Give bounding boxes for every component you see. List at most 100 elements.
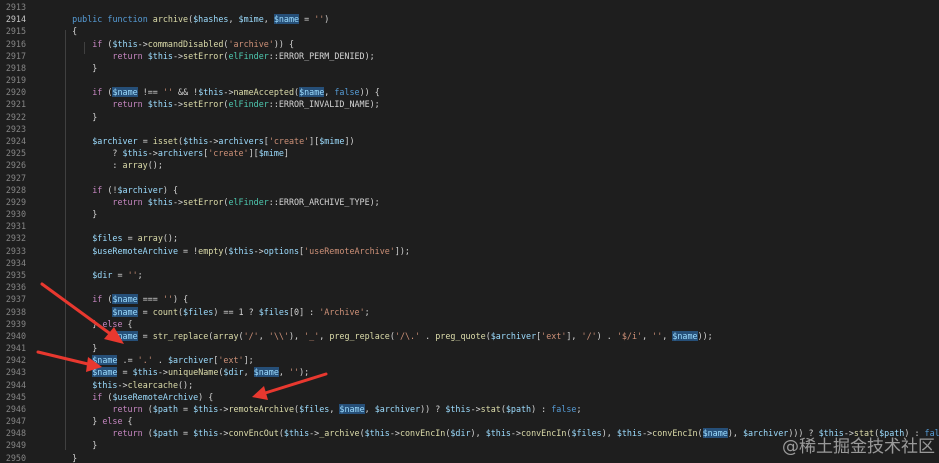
code-line[interactable]: $name .= '.' . $archiver['ext'];	[62, 354, 254, 366]
code-line[interactable]: {	[62, 25, 77, 37]
code-line[interactable]: : array();	[62, 159, 162, 171]
code-token: ===	[137, 294, 163, 305]
code-token: $useRemoteArchive	[92, 245, 178, 256]
code-line[interactable]: if ($useRemoteArchive) {	[62, 391, 213, 403]
code-token: =	[178, 403, 194, 414]
code-token: 'Archive'	[319, 306, 365, 317]
highlighted-token: $name	[299, 87, 325, 98]
code-token: array	[213, 330, 239, 341]
code-token: {	[122, 318, 133, 329]
code-line[interactable]: $archiver = isset($this->archivers['crea…	[62, 135, 354, 147]
code-editor[interactable]: 2913 2914 2915 2916 2917 2918 2919 2920 2921 2922…	[0, 0, 939, 463]
code-line[interactable]: $this->clearcache();	[62, 379, 193, 391]
code-line[interactable]: } else {	[62, 318, 133, 330]
code-token: $this	[485, 428, 511, 439]
code-token: return	[112, 50, 143, 61]
line-number: 2934	[5, 257, 26, 268]
code-line[interactable]: public function archive($hashes, $mime, …	[62, 13, 329, 25]
code-token: archivers	[157, 148, 204, 159]
code-token: =	[122, 233, 138, 244]
code-line[interactable]: } else {	[62, 415, 132, 427]
line-number: 2939	[5, 318, 26, 329]
code-token: preg_replace	[329, 330, 390, 341]
line-number: 2941	[5, 343, 26, 354]
code-area[interactable]: public function archive($hashes, $mime, …	[44, 0, 939, 463]
code-token: ->	[172, 50, 184, 61]
code-token: '/'	[581, 330, 597, 341]
code-token: $files	[183, 306, 214, 317]
code-token: return	[112, 99, 143, 110]
code-token: ->	[172, 99, 184, 110]
code-token: =	[117, 367, 133, 378]
highlighted-token: $name	[112, 294, 138, 305]
code-line[interactable]: ? $this->archivers['create'][$mime]	[62, 147, 289, 159]
code-token: ,	[324, 87, 335, 98]
code-line[interactable]: }	[62, 342, 97, 354]
code-line[interactable]: return ($path = $this->remoteArchive($fi…	[62, 403, 582, 415]
code-token: '_'	[304, 330, 320, 341]
code-token: $this	[183, 135, 209, 146]
code-token: $archiver	[374, 403, 421, 414]
code-line[interactable]: $useRemoteArchive = !empty($this->option…	[62, 245, 410, 257]
line-number: 2942	[5, 355, 26, 366]
code-token: }	[62, 209, 98, 220]
line-number: 2943	[5, 367, 26, 378]
code-token: $mime	[238, 14, 264, 25]
code-line[interactable]: return $this->setError(elFinder::ERROR_A…	[62, 196, 379, 208]
line-number: 2948	[5, 428, 26, 439]
code-line[interactable]: if ($name === '') {	[62, 293, 188, 305]
line-number: 2918	[5, 62, 26, 73]
code-token: = !	[177, 245, 199, 256]
code-token: .	[420, 330, 436, 341]
code-token: $this	[283, 428, 310, 439]
code-line[interactable]: $dir = '';	[62, 269, 142, 281]
code-line[interactable]: }	[62, 62, 97, 74]
code-line[interactable]: }	[62, 208, 97, 220]
code-token: ();	[162, 233, 179, 244]
code-line[interactable]: return $this->setError(elFinder::ERROR_P…	[62, 50, 375, 62]
code-token: isset	[152, 135, 179, 146]
code-line[interactable]: $name = $this->uniqueName($dir, $name, '…	[62, 366, 309, 378]
code-token: '/'	[243, 330, 259, 341]
code-token: =	[112, 269, 128, 280]
code-token: ,	[243, 367, 254, 378]
line-number: 2928	[5, 184, 26, 195]
code-token: ,	[228, 14, 239, 25]
code-token: ,	[662, 330, 673, 341]
line-number: 2920	[5, 87, 26, 98]
code-token: );	[364, 50, 375, 61]
code-token: ] :	[299, 306, 320, 317]
code-token: (	[102, 38, 113, 49]
code-line[interactable]: }	[62, 439, 97, 451]
code-token: $path	[505, 403, 532, 414]
code-token: $this	[147, 196, 173, 207]
code-line[interactable]: $name = count($files) == 1 ? $files[0] :…	[62, 306, 370, 318]
code-line[interactable]: }	[62, 111, 97, 123]
code-line[interactable]: if ($name !== '' && !$this->nameAccepted…	[62, 86, 380, 98]
code-token: else	[102, 416, 123, 427]
line-number: 2933	[5, 245, 26, 256]
code-token: ::	[268, 196, 279, 207]
code-line[interactable]: if ($this->commandDisabled('archive')) {	[62, 38, 294, 50]
code-token: _archive	[319, 428, 360, 439]
code-token: $archiver	[117, 184, 163, 195]
code-token: $path	[152, 428, 178, 439]
code-line[interactable]: }	[62, 452, 77, 463]
code-line[interactable]: $name = str_replace(array('/', '\\'), '_…	[62, 330, 713, 342]
code-line[interactable]: return $this->setError(elFinder::ERROR_I…	[62, 98, 379, 110]
code-token: $mime	[258, 148, 284, 159]
code-token: .	[152, 355, 168, 366]
code-token: }	[62, 416, 103, 427]
code-token: 'ext'	[218, 355, 244, 366]
code-line[interactable]: $files = array();	[62, 232, 178, 244]
code-token: ]	[283, 148, 289, 159]
line-number: 2926	[5, 160, 26, 171]
code-token: ) ==	[213, 306, 239, 317]
code-line[interactable]: if (!$archiver) {	[62, 184, 178, 196]
watermark-text: @稀土掘金技术社区	[782, 437, 935, 457]
code-token: ) {	[172, 294, 189, 305]
